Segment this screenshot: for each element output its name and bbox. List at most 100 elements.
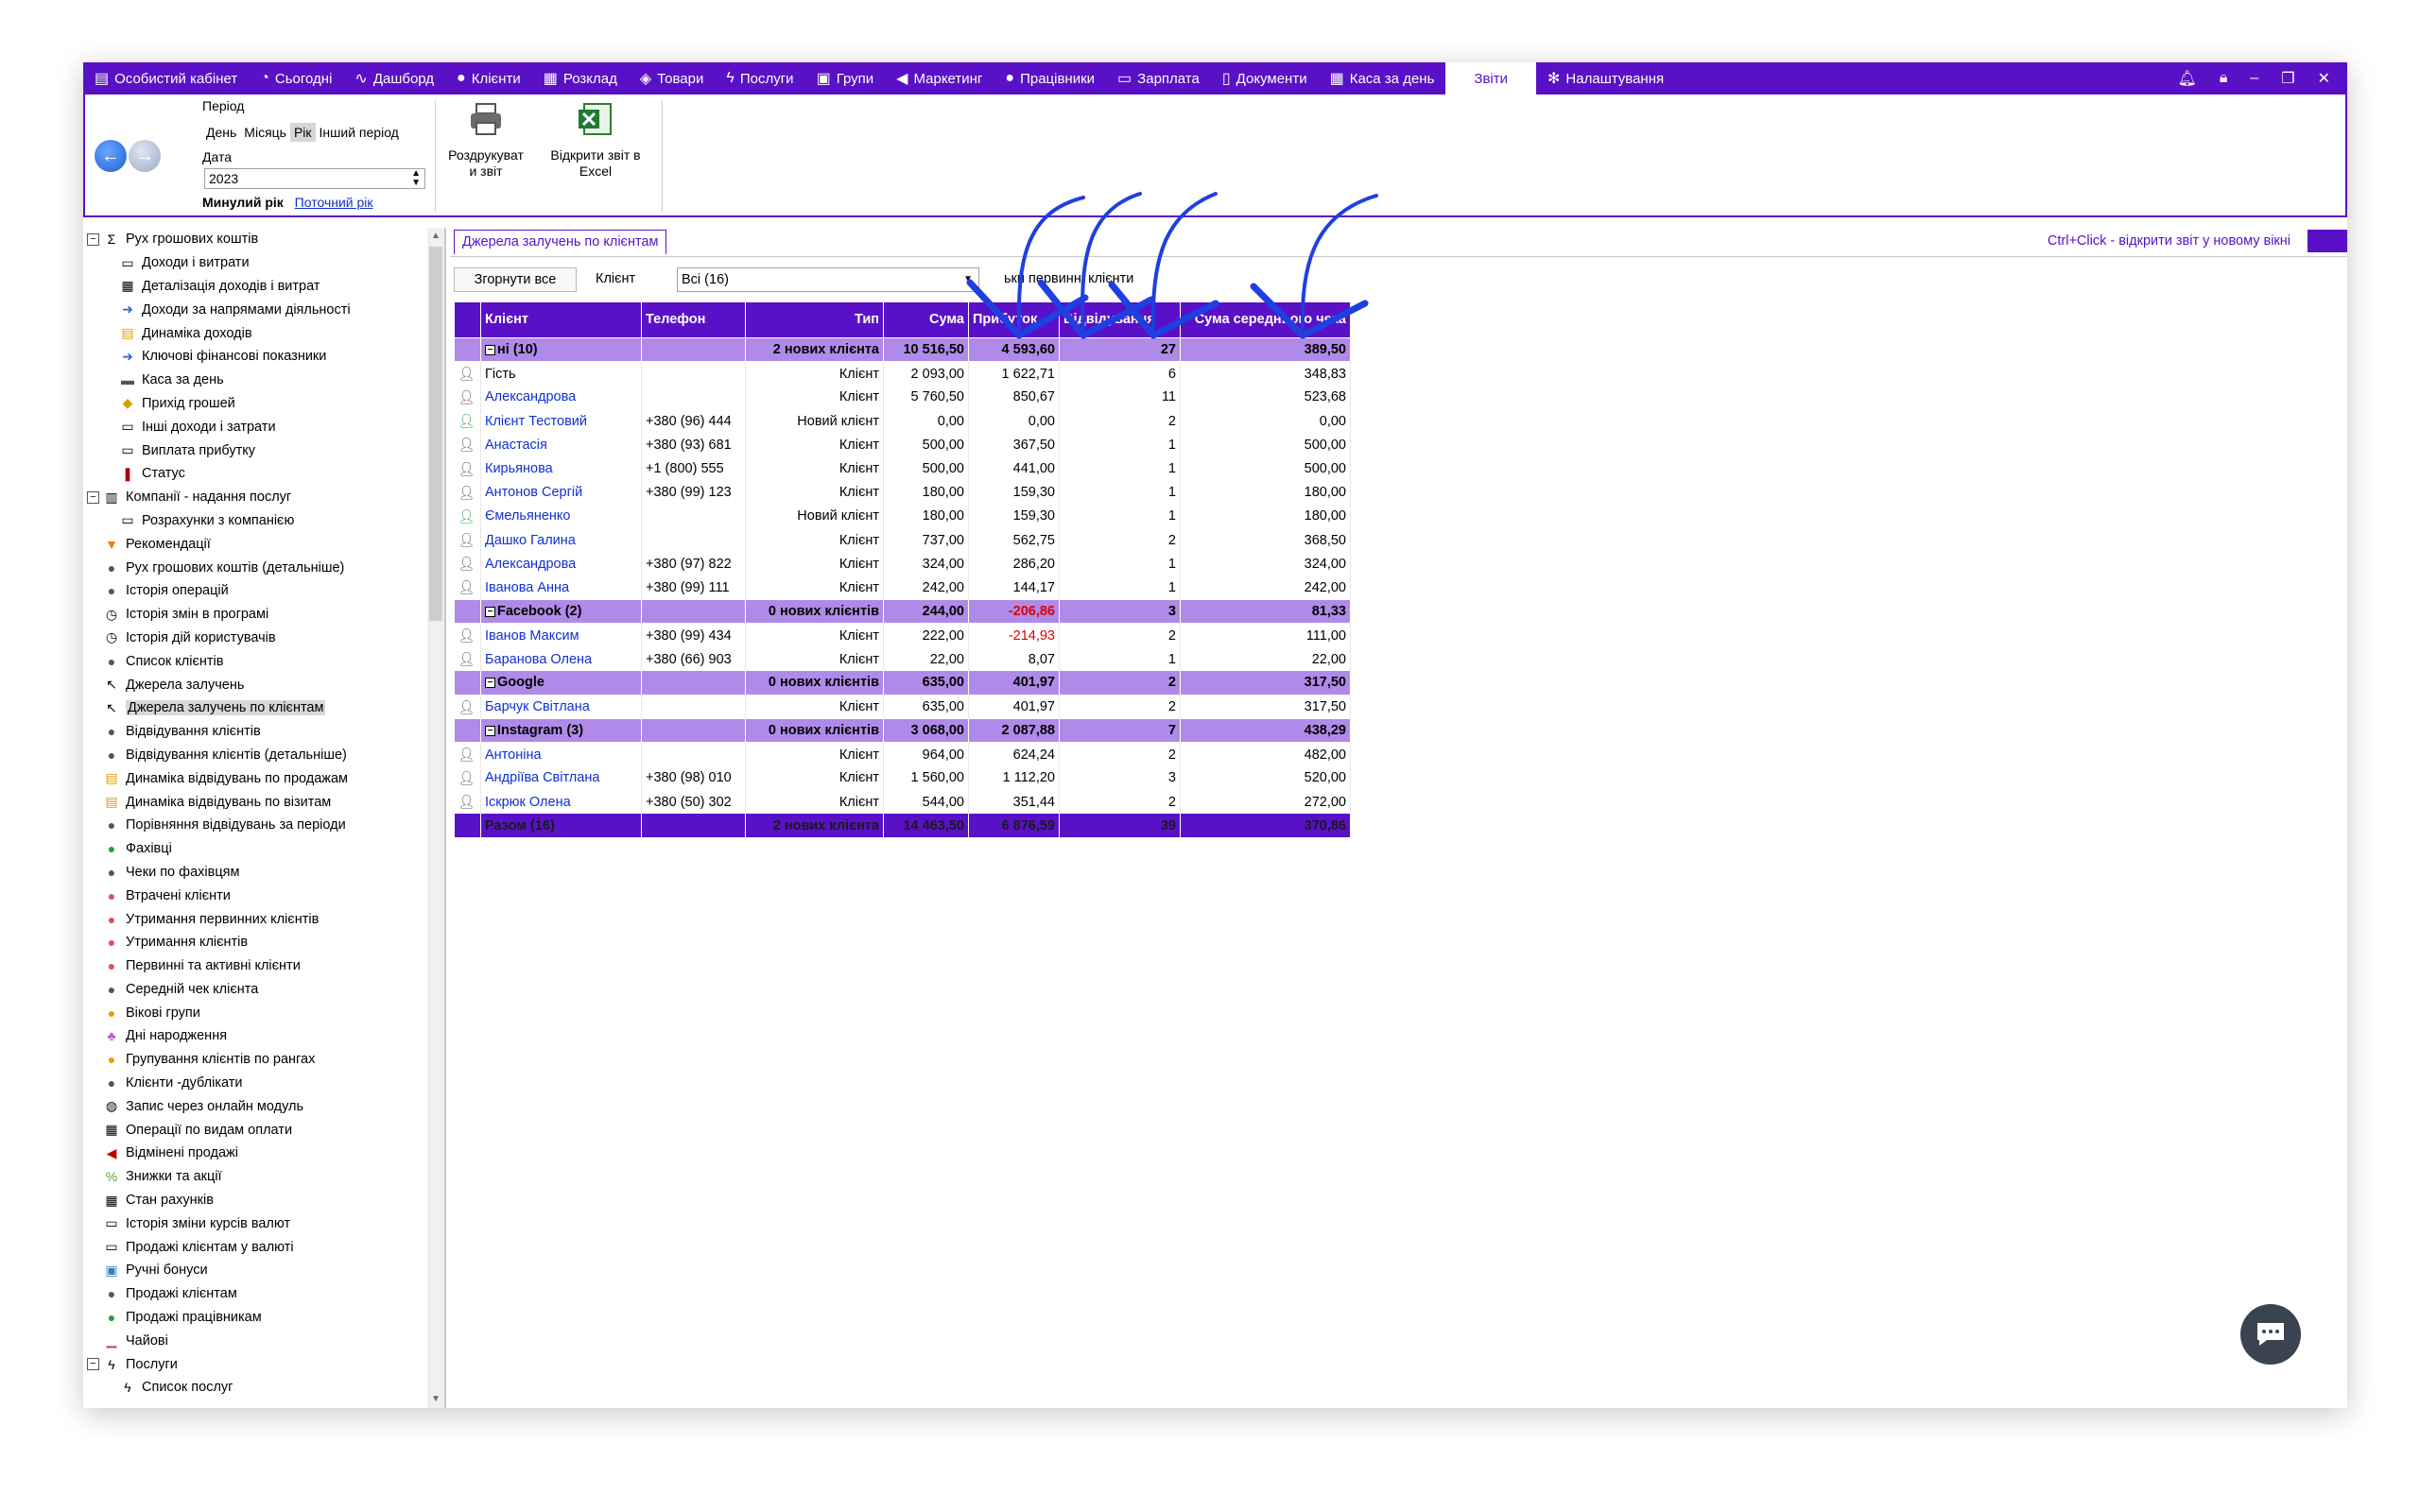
tree-item[interactable]: ● Утримання клієнтів	[83, 931, 444, 954]
tree-item[interactable]: ➜ Доходи за напрямами діяльності	[83, 298, 444, 321]
last-year-link[interactable]: Минулий рік	[202, 195, 284, 210]
menu-item[interactable]: ◈ Товари	[629, 62, 716, 94]
forward-arrow-icon[interactable]: →	[129, 140, 161, 172]
current-year-link[interactable]: Поточний рік	[295, 195, 373, 210]
menu-item[interactable]: ▯ Документи	[1211, 62, 1319, 94]
table-row[interactable]: 👤︎ Антоніна Клієнт 964,00 624,24 2 482,00	[454, 742, 1351, 766]
tree-item[interactable]: ◍ Запис через онлайн модуль	[83, 1094, 444, 1118]
tree-item[interactable]: ▤ Динаміка доходів	[83, 321, 444, 345]
table-row[interactable]: 👤︎ Іскрюк Олена +380 (50) 302 Клієнт 544,00 3…	[454, 790, 1351, 815]
tree-item[interactable]: ◀ Відмінені продажі	[83, 1142, 444, 1165]
date-field[interactable]: 2023 ▲ ▼	[204, 168, 425, 189]
tree-item[interactable]: ↖ Джерела залучень	[83, 673, 444, 696]
open-excel-button[interactable]: Відкрити звіт в Excel	[543, 100, 648, 180]
tree-item[interactable]: ▁ Чайові	[83, 1329, 444, 1352]
collapse-group-icon[interactable]: −	[485, 606, 495, 617]
collapse-group-icon[interactable]: −	[485, 344, 495, 355]
tree-item[interactable]: ● Середній чек клієнта	[83, 978, 444, 1002]
cell-client[interactable]: Александрова	[480, 552, 642, 576]
column-header[interactable]: Телефон	[641, 301, 746, 338]
tree-item[interactable]: ◆ Прихід грошей	[83, 392, 444, 416]
tree-item[interactable]: ▦ Деталізація доходів і витрат	[83, 275, 444, 299]
tree-item[interactable]: − ϟ Послуги	[83, 1352, 444, 1376]
cell-client[interactable]: Анастасія	[480, 433, 642, 457]
tree-item[interactable]: ▭ Інші доходи і затрати	[83, 415, 444, 438]
menu-item[interactable]: ◔ Сьогодні	[249, 62, 343, 94]
menu-item[interactable]: ● Працівники	[994, 62, 1106, 94]
menu-item[interactable]: ▭ Зарплата	[1106, 62, 1211, 94]
spinner-icon[interactable]: ▲ ▼	[411, 169, 421, 188]
table-row[interactable]: 👤︎ Александрова Клієнт 5 760,50 850,67 11 523,…	[454, 385, 1351, 410]
lock-icon[interactable]: 🔒︎	[2220, 70, 2228, 87]
menu-item[interactable]: ▦ Розклад	[532, 62, 629, 94]
collapse-group-icon[interactable]: −	[485, 725, 495, 736]
tree-item[interactable]: ● Список клієнтів	[83, 649, 444, 673]
print-report-button[interactable]: Роздрукуват и звіт	[441, 100, 531, 180]
tree-item[interactable]: ● Продажі клієнтам	[83, 1282, 444, 1306]
tree-item[interactable]: ● Утримання первинних клієнтів	[83, 907, 444, 931]
menu-item[interactable]: ϟ Послуги	[715, 62, 804, 94]
collapse-group-icon[interactable]: −	[485, 678, 495, 689]
cell-client[interactable]: Антоніна	[480, 742, 642, 766]
total-row[interactable]: Разом (16) 2 нових клієнта 14 463,50 6 876,…	[454, 814, 1351, 838]
tree-item[interactable]: − ▥ Компанії - надання послуг	[83, 486, 444, 509]
tree-item[interactable]: ● Відвідування клієнтів	[83, 720, 444, 744]
tree-item[interactable]: ▭ Розрахунки з компанією	[83, 509, 444, 533]
tree-item[interactable]: ◷ Історія дій користувачів	[83, 627, 444, 650]
period-option[interactable]: Інший період	[316, 123, 403, 142]
column-header[interactable]: Тип	[745, 301, 884, 338]
tree-item[interactable]: ϟ Список послуг	[83, 1376, 444, 1400]
tree-item[interactable]: ➜ Ключові фінансові показники	[83, 345, 444, 369]
table-row[interactable]: 👤︎ Дашко Галина Клієнт 737,00 562,75 2 368,50	[454, 528, 1351, 553]
tree-item[interactable]: ▭ Продажі клієнтам у валюті	[83, 1235, 444, 1259]
cell-client[interactable]: Іскрюк Олена	[480, 790, 642, 815]
tree-item[interactable]: ▭ Доходи і витрати	[83, 251, 444, 275]
tree-item[interactable]: ● Рух грошових коштів (детальніше)	[83, 556, 444, 579]
close-icon[interactable]: ✕	[2318, 69, 2330, 88]
menu-item[interactable]: Звіти	[1445, 62, 1537, 94]
tree-item[interactable]: ▤ Динаміка відвідувань по візитам	[83, 790, 444, 814]
group-row[interactable]: − Instagram (3) 0 нових клієнтів 3 068,00 2 …	[454, 718, 1351, 744]
cell-client[interactable]: Іванова Анна	[480, 576, 642, 600]
cell-client[interactable]: Андріїва Світлана	[480, 765, 642, 791]
tree-item[interactable]: ● Порівняння відвідувань за періоди	[83, 814, 444, 837]
tree-item[interactable]: ▬ Каса за день	[83, 369, 444, 392]
menu-item[interactable]: ◀ Маркетинг	[885, 62, 994, 94]
tree-item[interactable]: ● Фахівці	[83, 837, 444, 861]
tree-item[interactable]: ● Втрачені клієнти	[83, 884, 444, 907]
report-tab[interactable]: Джерела залучень по клієнтам	[454, 230, 667, 255]
tree-item[interactable]: ● Історія операцій	[83, 579, 444, 603]
new-window-icon[interactable]	[2308, 230, 2347, 252]
group-row[interactable]: − Google 0 нових клієнтів 635,00 401,97 2 317,…	[454, 671, 1351, 696]
tree-item[interactable]: ▦ Стан рахунків	[83, 1189, 444, 1212]
cell-client[interactable]: Александрова	[480, 385, 642, 410]
tree-item[interactable]: ● Продажі працівникам	[83, 1306, 444, 1330]
back-arrow-icon[interactable]: ←	[95, 140, 127, 172]
tree-item[interactable]: ▣ Ручні бонуси	[83, 1259, 444, 1282]
expander-icon[interactable]: −	[87, 232, 99, 246]
tree-item[interactable]: ▭ Історія зміни курсів валют	[83, 1211, 444, 1235]
tree-item[interactable]: ▤ Динаміка відвідувань по продажам	[83, 766, 444, 790]
cell-client[interactable]: Клієнт Тестовий	[480, 409, 642, 434]
expander-icon[interactable]: −	[87, 490, 99, 504]
tree-item[interactable]: − Σ Рух грошових коштів	[83, 228, 444, 251]
tree-item[interactable]: ♣ Дні народження	[83, 1024, 444, 1048]
table-row[interactable]: 👤︎ Кирьянова +1 (800) 555 Клієнт 500,00 441,0…	[454, 456, 1351, 481]
tree-item[interactable]: ◷ Історія змін в програмі	[83, 603, 444, 627]
scroll-down-icon[interactable]: ▼	[427, 1391, 444, 1408]
table-row[interactable]: 👤︎ Анастасія +380 (93) 681 Клієнт 500,00 367,…	[454, 433, 1351, 457]
restore-icon[interactable]: ❐	[2281, 69, 2294, 88]
tree-item[interactable]: ▼ Рекомендації	[83, 532, 444, 556]
table-row[interactable]: 👤︎ Барчук Світлана Клієнт 635,00 401,97 2 317,…	[454, 695, 1351, 719]
menu-item[interactable]: ∿ Дашборд	[343, 62, 445, 94]
period-option[interactable]: Місяць	[240, 123, 290, 142]
tree-item[interactable]: ● Чеки по фахівцям	[83, 861, 444, 885]
tree-scrollbar[interactable]: ▲ ▼	[427, 228, 444, 1408]
client-filter-select[interactable]: Всі (16) ▼	[677, 267, 979, 292]
chat-support-button[interactable]	[2240, 1304, 2301, 1365]
group-row[interactable]: − Facebook (2) 0 нових клієнтів 244,00 -206,…	[454, 599, 1351, 625]
menu-item[interactable]: ✻ Налаштування	[1536, 62, 1675, 94]
cell-client[interactable]: Барчук Світлана	[480, 695, 642, 719]
table-row[interactable]: 👤︎ Іванова Анна +380 (99) 111 Клієнт 242,00 1…	[454, 576, 1351, 600]
cell-client[interactable]: Ємельяненко	[480, 504, 642, 528]
